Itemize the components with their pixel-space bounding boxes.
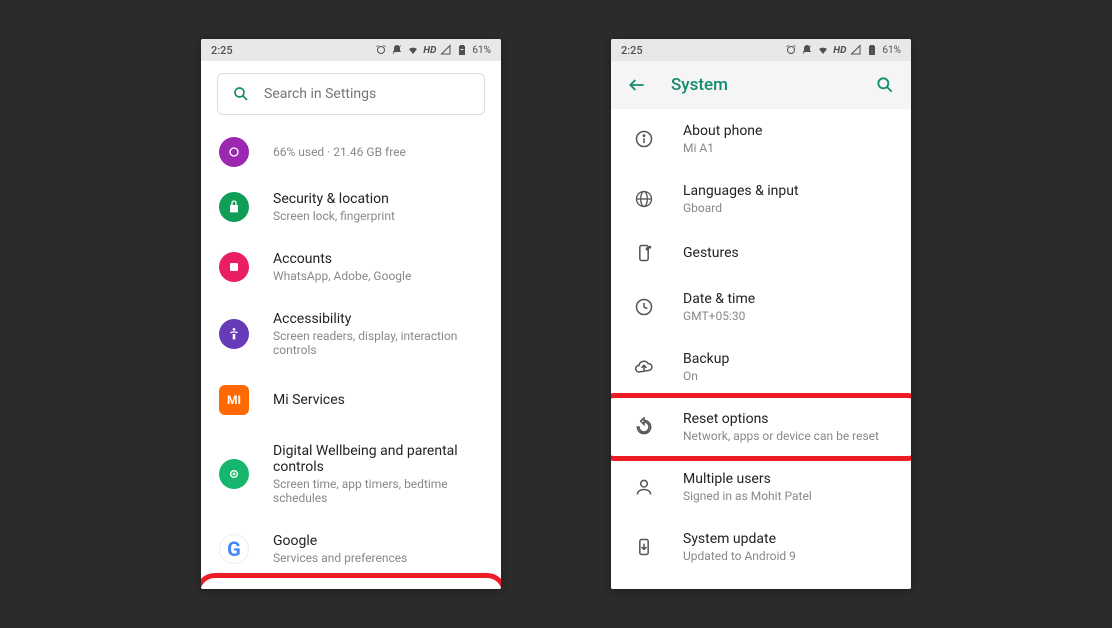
signal-icon [440, 44, 452, 56]
settings-item-system[interactable]: System Languages, time, backup, updates [201, 579, 501, 589]
item-subtitle: 66% used · 21.46 GB free [273, 145, 406, 159]
search-container [201, 61, 501, 127]
item-subtitle: Gboard [683, 201, 799, 215]
search-box[interactable] [217, 73, 485, 115]
item-title: Accounts [273, 251, 411, 267]
alarm-icon [375, 44, 387, 56]
wellbeing-icon [219, 459, 249, 489]
system-item-about-phone[interactable]: About phone Mi A1 [611, 109, 911, 169]
search-input[interactable] [264, 86, 470, 102]
battery-text: 61% [882, 45, 901, 56]
search-icon [232, 85, 250, 103]
item-title: Google [273, 533, 407, 549]
system-item-system-update[interactable]: System update Updated to Android 9 [611, 517, 911, 577]
account-icon [219, 252, 249, 282]
item-title: Digital Wellbeing and parental controls [273, 443, 483, 475]
item-subtitle: Screen time, app timers, bedtime schedul… [273, 477, 483, 505]
item-subtitle: Signed in as Mohit Patel [683, 489, 812, 503]
info-outline-icon [629, 129, 659, 149]
phone-settings-system: 2:25 HD 61% System About phone Mi A1 [611, 39, 911, 589]
system-item-backup[interactable]: Backup On [611, 337, 911, 397]
item-subtitle: On [683, 369, 729, 383]
settings-item-accounts[interactable]: Accounts WhatsApp, Adobe, Google [201, 237, 501, 297]
battery-icon [866, 44, 878, 56]
item-title: Security & location [273, 191, 395, 207]
storage-icon [219, 137, 249, 167]
search-icon[interactable] [875, 75, 895, 95]
item-title: About phone [683, 123, 762, 139]
globe-icon [629, 189, 659, 209]
clock-text: 2:25 [211, 44, 233, 57]
system-update-icon [629, 537, 659, 557]
app-bar: System [611, 61, 911, 109]
status-bar: 2:25 HD 61% [611, 39, 911, 61]
battery-icon [456, 44, 468, 56]
status-icons: HD 61% [785, 44, 901, 56]
hd-label: HD [833, 45, 846, 56]
item-subtitle: Mi A1 [683, 141, 762, 155]
clock-icon [629, 297, 659, 317]
item-title: Accessibility [273, 311, 483, 327]
settings-item-storage[interactable]: 66% used · 21.46 GB free [201, 127, 501, 177]
item-title: Reset options [683, 411, 879, 427]
system-item-languages[interactable]: Languages & input Gboard [611, 169, 911, 229]
item-title: Languages & input [683, 183, 799, 199]
clock-text: 2:25 [621, 44, 643, 57]
reset-icon [629, 417, 659, 437]
item-subtitle: Network, apps or device can be reset [683, 429, 879, 443]
gestures-icon [629, 243, 659, 263]
wifi-icon [407, 44, 419, 56]
dnd-icon [801, 44, 813, 56]
settings-item-accessibility[interactable]: Accessibility Screen readers, display, i… [201, 297, 501, 371]
item-title: Gestures [683, 245, 739, 261]
item-subtitle: Screen readers, display, interaction con… [273, 329, 483, 357]
system-item-multiple-users[interactable]: Multiple users Signed in as Mohit Patel [611, 457, 911, 517]
system-item-date-time[interactable]: Date & time GMT+05:30 [611, 277, 911, 337]
system-item-gestures[interactable]: Gestures [611, 229, 911, 277]
cloud-backup-icon [629, 357, 659, 377]
lock-icon [219, 192, 249, 222]
settings-item-mi-services[interactable]: MI Mi Services [201, 371, 501, 429]
item-subtitle: Updated to Android 9 [683, 549, 796, 563]
item-subtitle: Screen lock, fingerprint [273, 209, 395, 223]
status-bar: 2:25 HD 61% [201, 39, 501, 61]
item-title: System update [683, 531, 796, 547]
mi-icon: MI [219, 385, 249, 415]
item-subtitle: WhatsApp, Adobe, Google [273, 269, 411, 283]
item-title: Mi Services [273, 392, 345, 408]
user-icon [629, 477, 659, 497]
signal-icon [850, 44, 862, 56]
page-title: System [671, 75, 851, 95]
settings-item-wellbeing[interactable]: Digital Wellbeing and parental controls … [201, 429, 501, 519]
settings-item-google[interactable]: G Google Services and preferences [201, 519, 501, 579]
status-icons: HD 61% [375, 44, 491, 56]
item-subtitle: GMT+05:30 [683, 309, 755, 323]
phone-settings-main: 2:25 HD 61% 66% used · 21.46 GB free [201, 39, 501, 589]
battery-text: 61% [472, 45, 491, 56]
item-subtitle: Services and preferences [273, 551, 407, 565]
back-arrow-icon[interactable] [627, 75, 647, 95]
alarm-icon [785, 44, 797, 56]
dnd-icon [391, 44, 403, 56]
settings-item-security[interactable]: Security & location Screen lock, fingerp… [201, 177, 501, 237]
accessibility-icon [219, 319, 249, 349]
wifi-icon [817, 44, 829, 56]
settings-list: 66% used · 21.46 GB free Security & loca… [201, 127, 501, 589]
system-item-reset-options[interactable]: Reset options Network, apps or device ca… [611, 397, 911, 457]
item-title: Multiple users [683, 471, 812, 487]
hd-label: HD [423, 45, 436, 56]
item-title: Backup [683, 351, 729, 367]
google-icon: G [219, 534, 249, 564]
item-title: Date & time [683, 291, 755, 307]
system-list: About phone Mi A1 Languages & input Gboa… [611, 109, 911, 589]
